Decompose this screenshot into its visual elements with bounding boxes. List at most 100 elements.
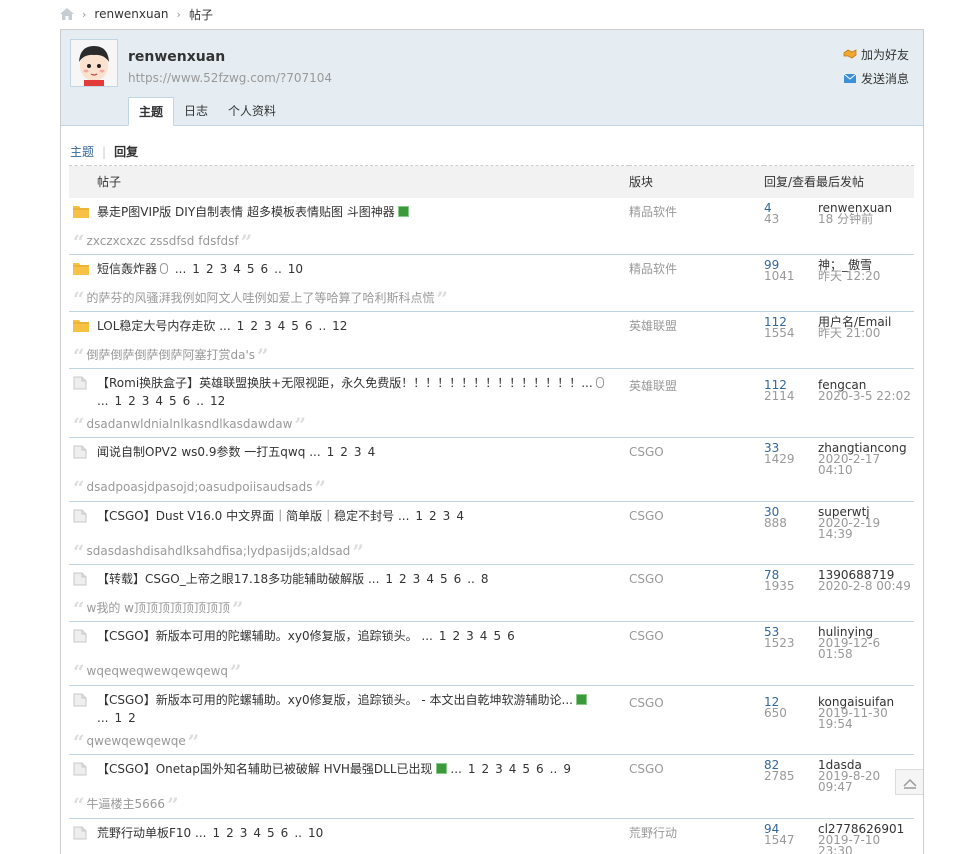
thread-title-link[interactable]: 荒野行动单板F10 — [97, 826, 191, 840]
page-link[interactable]: 2 — [128, 394, 136, 408]
page-link[interactable]: 2 — [340, 445, 348, 459]
page-link[interactable]: 3 — [413, 572, 421, 586]
page-link[interactable]: 1 — [192, 262, 200, 276]
forum-link[interactable]: CSGO — [629, 443, 664, 461]
page-link[interactable]: 3 — [354, 445, 362, 459]
forum-link[interactable]: CSGO — [629, 507, 664, 525]
last-post-time[interactable]: 2020-2-17 04:10 — [818, 453, 914, 476]
page-link[interactable]: 8 — [481, 572, 489, 586]
send-message-button[interactable]: 发送消息 — [843, 66, 909, 90]
page-link[interactable]: 5 — [247, 262, 255, 276]
forum-link[interactable]: 英雄联盟 — [629, 364, 677, 408]
thread-title-link[interactable]: 【CSGO】Onetap国外知名辅助已被破解 HVH最强DLL已出现 — [97, 762, 433, 776]
reply-excerpt[interactable]: 倒萨倒萨倒萨倒萨阿塞打赏da's — [87, 348, 256, 362]
back-to-top-button[interactable] — [895, 769, 923, 795]
page-link[interactable]: 5 — [267, 826, 275, 840]
page-link[interactable]: 1 — [327, 445, 335, 459]
forum-link[interactable]: CSGO — [629, 760, 664, 778]
thread-title-link[interactable]: 【CSGO】Dust V16.0 中文界面｜简单版｜稳定不封号 — [97, 509, 394, 523]
page-link[interactable]: 2 — [399, 572, 407, 586]
page-link[interactable]: 5 — [169, 394, 177, 408]
page-link[interactable]: 4 — [233, 262, 241, 276]
last-post-time[interactable]: 18 分钟前 — [818, 213, 914, 225]
page-link[interactable]: 2 — [250, 319, 258, 333]
thread-title-link[interactable]: 闻说自制OPV2 ws0.9参数 一打五qwq — [97, 445, 305, 459]
last-post-time[interactable]: 2020-2-19 14:39 — [818, 517, 914, 540]
reply-excerpt[interactable]: 牛逼楼主5666 — [87, 797, 166, 811]
last-post-time[interactable]: 2019-12-6 01:58 — [818, 637, 914, 660]
page-link[interactable]: 1 — [385, 572, 393, 586]
page-link[interactable]: 6 — [507, 629, 515, 643]
page-link[interactable]: 1 — [114, 711, 122, 725]
reply-excerpt[interactable]: qwewqewqewqe — [87, 734, 186, 748]
page-link[interactable]: 2 — [481, 762, 489, 776]
thread-title-link[interactable]: 短信轰炸器 — [97, 262, 157, 276]
page-link[interactable]: 1 — [212, 826, 220, 840]
reply-excerpt[interactable]: dsadanwldnialnlkasndlkasdawdaw — [87, 417, 293, 431]
page-link[interactable]: 2 — [226, 826, 234, 840]
thread-title-link[interactable]: 暴走P图VIP版 DIY自制表情 超多模板表情贴图 斗图神器 — [97, 205, 395, 219]
last-post-time[interactable]: 2019-7-10 23:30 — [818, 834, 914, 854]
page-link[interactable]: 4 — [155, 394, 163, 408]
page-link[interactable]: 4 — [480, 629, 488, 643]
page-link[interactable]: 4 — [278, 319, 286, 333]
page-link[interactable]: 1 — [415, 509, 423, 523]
page-link[interactable]: 3 — [240, 826, 248, 840]
reply-excerpt[interactable]: wqeqweqwewqewqewq — [87, 664, 229, 678]
last-post-time[interactable]: 2020-3-5 22:02 — [818, 390, 914, 402]
thread-title-link[interactable]: 【CSGO】新版本可用的陀螺辅助。xy0修复版，追踪锁头。 - 本文出自乾坤软游… — [97, 693, 573, 707]
home-icon[interactable] — [60, 8, 74, 20]
page-link[interactable]: 6 — [536, 762, 544, 776]
page-link[interactable]: 5 — [440, 572, 448, 586]
last-post-time[interactable]: 2019-11-30 19:54 — [818, 707, 914, 730]
page-link[interactable]: 9 — [563, 762, 571, 776]
page-link[interactable]: 3 — [443, 509, 451, 523]
tab-profile[interactable]: 个人资料 — [218, 97, 286, 126]
page-link[interactable]: 1 — [468, 762, 476, 776]
page-link[interactable]: 2 — [453, 629, 461, 643]
page-link[interactable]: 1 — [114, 394, 122, 408]
page-link[interactable]: 4 — [368, 445, 376, 459]
avatar[interactable] — [70, 39, 118, 87]
subnav-threads-link[interactable]: 主题 — [70, 143, 94, 160]
page-link[interactable]: 6 — [281, 826, 289, 840]
forum-link[interactable]: CSGO — [629, 627, 664, 645]
reply-excerpt[interactable]: 的萨芬的风骚湃我例如阿文人哇例如爱上了等哈算了哈利斯科点慌 — [87, 291, 435, 305]
page-link[interactable]: 6 — [261, 262, 269, 276]
reply-excerpt[interactable]: w我的 w顶顶顶顶顶顶顶顶 — [87, 601, 230, 615]
page-link[interactable]: 6 — [454, 572, 462, 586]
reply-excerpt[interactable]: sdasdashdisahdlksahdfisa;lydpasijds;alds… — [87, 544, 351, 558]
page-link[interactable]: 2 — [128, 711, 136, 725]
page-link[interactable]: 5 — [291, 319, 299, 333]
page-link[interactable]: 3 — [466, 629, 474, 643]
forum-link[interactable]: 精品软件 — [629, 260, 677, 278]
page-link[interactable]: 3 — [142, 394, 150, 408]
page-link[interactable]: 2 — [429, 509, 437, 523]
page-link[interactable]: 12 — [332, 319, 347, 333]
last-post-time[interactable]: 2020-2-8 00:49 — [818, 580, 914, 592]
page-link[interactable]: 1 — [439, 629, 447, 643]
page-link[interactable]: 4 — [456, 509, 464, 523]
page-link[interactable]: 5 — [493, 629, 501, 643]
thread-title-link[interactable]: LOL稳定大号内存走砍 — [97, 319, 215, 333]
forum-link[interactable]: CSGO — [629, 570, 664, 588]
tab-threads[interactable]: 主题 — [128, 97, 175, 126]
reply-excerpt[interactable]: zxczxcxzc zssdfsd fdsfdsf — [87, 234, 239, 248]
page-link[interactable]: 12 — [210, 394, 225, 408]
breadcrumb-user-link[interactable]: renwenxuan — [94, 7, 168, 21]
forum-link[interactable]: 荒野行动 — [629, 824, 677, 842]
page-link[interactable]: 4 — [253, 826, 261, 840]
page-link[interactable]: 1 — [237, 319, 245, 333]
page-link[interactable]: 3 — [220, 262, 228, 276]
page-link[interactable]: 3 — [264, 319, 272, 333]
page-link[interactable]: 4 — [509, 762, 517, 776]
page-link[interactable]: 2 — [206, 262, 214, 276]
page-link[interactable]: 4 — [426, 572, 434, 586]
page-link[interactable]: 6 — [305, 319, 313, 333]
page-link[interactable]: 10 — [308, 826, 323, 840]
last-post-time[interactable]: 昨天 12:20 — [818, 270, 914, 282]
thread-title-link[interactable]: 【Romi换肤盒子】英雄联盟换肤+无限视距，永久免费版！！！！！！！！！！！！！… — [97, 376, 593, 390]
thread-title-link[interactable]: 【CSGO】新版本可用的陀螺辅助。xy0修复版，追踪锁头。 — [97, 629, 418, 643]
last-post-time[interactable]: 昨天 21:00 — [818, 327, 914, 339]
forum-link[interactable]: CSGO — [629, 681, 664, 725]
